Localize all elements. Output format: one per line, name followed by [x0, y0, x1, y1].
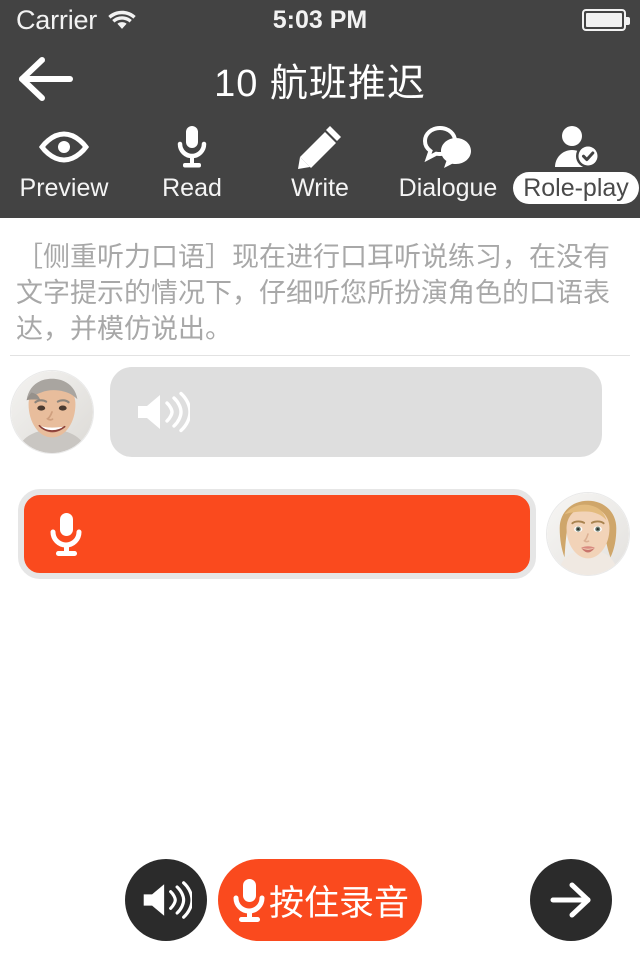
hold-to-record-button[interactable]: 按住录音: [218, 859, 422, 941]
status-bar: Carrier 5:03 PM: [0, 0, 640, 40]
tab-preview-label: Preview: [19, 174, 109, 202]
hold-to-record-label: 按住录音: [268, 883, 409, 924]
microphone-icon: [164, 124, 220, 170]
bottom-action-bar: 按住录音: [0, 840, 640, 960]
tab-preview[interactable]: Preview: [0, 118, 128, 218]
tab-role-play-label: Role-play: [513, 172, 639, 204]
next-button[interactable]: [530, 859, 612, 941]
nav-bar: 10 航班推迟: [0, 40, 640, 118]
tab-write-label: Write: [291, 174, 349, 202]
speaker-icon: [134, 390, 190, 434]
microphone-icon: [231, 875, 267, 925]
instruction-text: ［侧重听力口语］现在进行口耳听说练习，在没有文字提示的情况下，仔细听您所扮演角色…: [16, 242, 610, 345]
avatar[interactable]: [10, 370, 94, 454]
eye-icon: [36, 124, 92, 170]
table-row: [0, 482, 640, 586]
audio-bubble-man[interactable]: [110, 367, 602, 457]
tab-dialogue-label: Dialogue: [398, 174, 498, 202]
avatar[interactable]: [546, 492, 630, 576]
speech-bubbles-icon: [420, 124, 476, 170]
status-bar-time: 5:03 PM: [272, 5, 368, 34]
table-row: [0, 360, 640, 464]
section-divider: [10, 355, 630, 356]
arrow-right-icon: [545, 878, 597, 922]
tab-dialogue[interactable]: Dialogue: [384, 118, 512, 218]
tab-write[interactable]: Write: [256, 118, 384, 218]
battery-icon: [582, 9, 630, 31]
mode-toolbar: Preview Read Write Dialogue Role-play: [0, 118, 640, 218]
tab-read[interactable]: Read: [128, 118, 256, 218]
app-root: Carrier 5:03 PM 10 航班推迟 Preview Read Wri…: [0, 0, 640, 960]
tab-role-play[interactable]: Role-play: [512, 118, 640, 218]
microphone-icon: [48, 510, 84, 558]
back-button[interactable]: [14, 50, 78, 108]
record-bubble-woman[interactable]: [18, 489, 536, 579]
speaker-icon: [140, 879, 192, 921]
user-check-icon: [548, 124, 604, 170]
pencil-icon: [292, 124, 348, 170]
page-title: 10 航班推迟: [214, 62, 426, 105]
avatar-woman-image: [547, 493, 629, 575]
tab-read-label: Read: [162, 174, 222, 202]
play-audio-button[interactable]: [125, 859, 207, 941]
arrow-left-icon: [18, 56, 74, 102]
avatar-man-image: [11, 371, 93, 453]
